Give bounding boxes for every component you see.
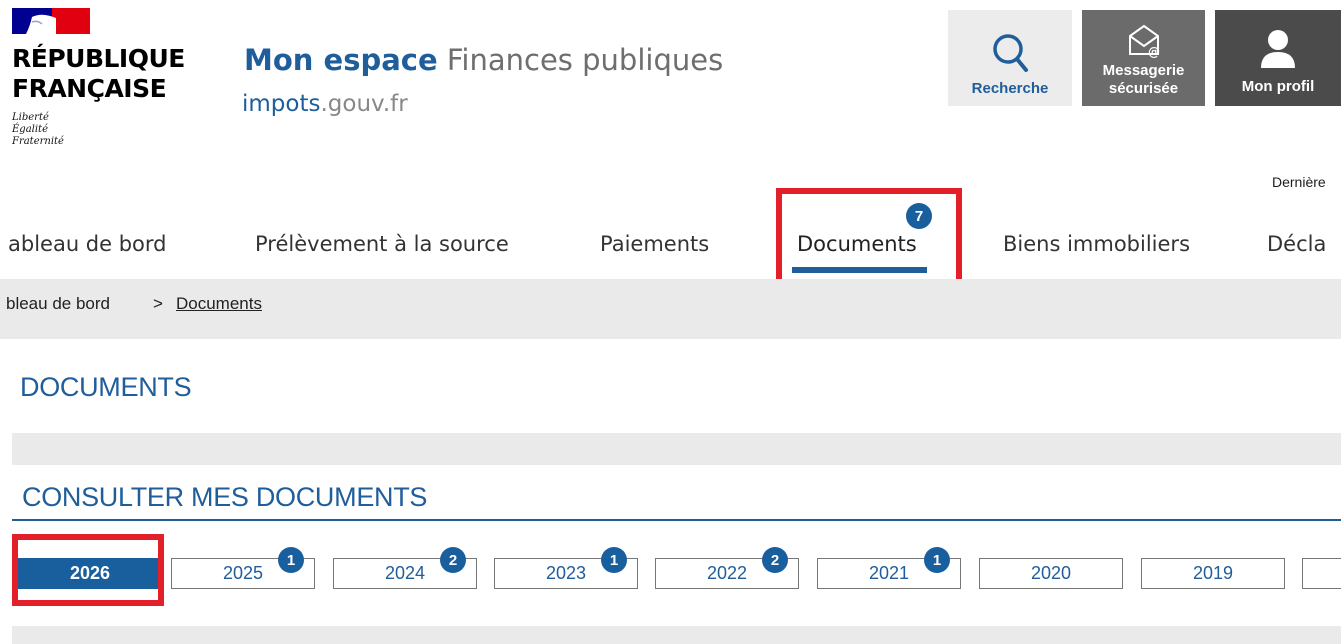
year-tab-2019[interactable]: 2019 xyxy=(1141,558,1285,589)
page-title: DOCUMENTS xyxy=(20,372,192,402)
divider-bar xyxy=(12,433,1341,465)
logo-line-1: RÉPUBLIQUE xyxy=(12,44,185,73)
nav-tab-dashboard[interactable]: ableau de bord xyxy=(8,230,167,258)
nav-tab-payments[interactable]: Paiements xyxy=(600,230,709,258)
year-tab-more[interactable] xyxy=(1302,558,1341,589)
year-2021-badge: 1 xyxy=(924,547,950,573)
search-button-label: Recherche xyxy=(971,80,1049,97)
site-title[interactable]: Mon espace Finances publiques xyxy=(244,42,723,78)
motto-liberte: Liberté xyxy=(12,112,49,123)
profile-button[interactable]: Mon profil xyxy=(1215,10,1341,106)
site-title-rest: Finances publiques xyxy=(437,43,724,77)
nav-tab-withholding[interactable]: Prélèvement à la source xyxy=(255,230,509,258)
svg-text:@: @ xyxy=(1148,45,1160,58)
year-2024-badge: 2 xyxy=(440,547,466,573)
nav-tab-real-estate[interactable]: Biens immobiliers xyxy=(1003,230,1190,258)
section-rule xyxy=(12,519,1341,521)
section-title: CONSULTER MES DOCUMENTS xyxy=(22,482,428,512)
logo-line-2: FRANÇAISE xyxy=(12,74,167,103)
nav-tab-declarations[interactable]: Décla xyxy=(1267,230,1326,258)
user-icon xyxy=(1261,30,1295,68)
messaging-label-1: Messagerie xyxy=(1102,62,1185,79)
year-tab-2020[interactable]: 2020 xyxy=(979,558,1123,589)
messaging-label-2: sécurisée xyxy=(1108,80,1179,97)
search-button[interactable]: Recherche xyxy=(948,10,1072,106)
breadcrumb-parent[interactable]: bleau de bord xyxy=(6,293,110,315)
site-domain-rest: .gouv.fr xyxy=(320,91,408,117)
highlight-documents-tab xyxy=(776,188,962,292)
site-domain-hl: impots xyxy=(242,91,321,117)
secure-messaging-button[interactable]: @ Messagerie sécurisée xyxy=(1082,10,1205,106)
year-2022-badge: 2 xyxy=(762,547,788,573)
content-bar xyxy=(12,626,1341,644)
marianne-flag-icon xyxy=(12,8,90,34)
envelope-icon: @ xyxy=(1128,24,1160,58)
site-domain: impots.gouv.fr xyxy=(242,88,408,120)
last-login-text: Dernière xyxy=(1272,174,1326,190)
search-icon xyxy=(993,34,1028,72)
motto-egalite: Égalité xyxy=(12,124,48,135)
year-2025-badge: 1 xyxy=(278,547,304,573)
year-2023-badge: 1 xyxy=(601,547,627,573)
site-title-strong: Mon espace xyxy=(244,43,438,77)
profile-button-label: Mon profil xyxy=(1241,78,1315,95)
highlight-year-2026 xyxy=(12,534,164,606)
breadcrumb-separator: > xyxy=(153,294,163,313)
motto-fraternite: Fraternité xyxy=(12,136,64,147)
breadcrumb-current[interactable]: Documents xyxy=(176,293,262,315)
